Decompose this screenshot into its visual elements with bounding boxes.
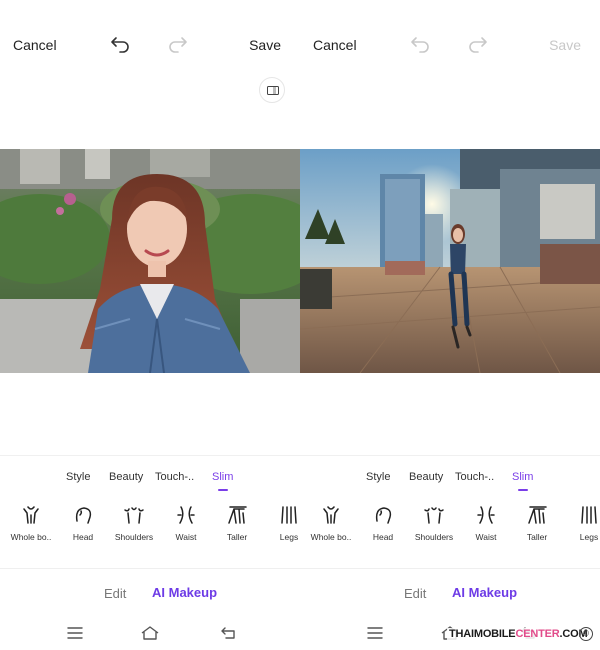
undo-arrow-icon[interactable]: [410, 35, 432, 53]
redo-arrow-icon[interactable]: [166, 35, 188, 53]
tab-slim[interactable]: Slim: [212, 471, 233, 491]
tool-label: Whole bo..: [10, 532, 52, 542]
waist-icon: [477, 506, 495, 524]
cancel-button[interactable]: Cancel: [13, 37, 57, 53]
watermark-accent: CENTER: [515, 628, 560, 640]
tool-shoulders[interactable]: Shoulders: [108, 505, 160, 542]
mode-edit[interactable]: Edit: [404, 586, 426, 601]
mode-ai-makeup[interactable]: AI Makeup: [152, 585, 217, 600]
tab-beauty[interactable]: Beauty: [409, 471, 443, 483]
mode-bar: Edit AI Makeup: [300, 568, 600, 616]
tool-label: Whole bo..: [310, 532, 352, 542]
watermark-prefix: THAIMOBILE: [449, 628, 516, 640]
compare-split-icon[interactable]: [259, 77, 285, 103]
editor-screen-before: Cancel Save Style Beauty Touch-.. Slim W…: [0, 0, 300, 650]
shoulders-icon: [424, 507, 444, 524]
category-tabs: Style Beauty Touch-.. Slim: [300, 455, 600, 500]
mode-bar: Edit AI Makeup: [0, 568, 300, 616]
tool-taller[interactable]: Taller: [511, 505, 563, 542]
tab-beauty[interactable]: Beauty: [109, 471, 143, 483]
menu-icon[interactable]: [66, 625, 84, 641]
tool-shoulders[interactable]: Shoulders: [408, 505, 460, 542]
tool-label: Head: [72, 532, 94, 542]
watermark-text: THAIMOBILECENTER.COM: [447, 628, 590, 640]
portrait-photo-image: [0, 149, 300, 373]
tool-label: Shoulders: [114, 532, 154, 542]
top-bar: Cancel Save: [300, 0, 600, 90]
taller-icon: [528, 506, 547, 524]
category-tabs: Style Beauty Touch-.. Slim: [0, 455, 300, 500]
head-icon: [75, 507, 92, 524]
tool-label: Waist: [475, 532, 497, 542]
tool-taller[interactable]: Taller: [211, 505, 263, 542]
taller-icon: [228, 506, 247, 524]
home-icon[interactable]: [141, 625, 159, 641]
back-icon[interactable]: [220, 625, 238, 641]
tool-waist[interactable]: Waist: [160, 505, 212, 542]
tool-label: Head: [372, 532, 394, 542]
tab-style[interactable]: Style: [66, 471, 90, 483]
mode-edit[interactable]: Edit: [104, 586, 126, 601]
legs-icon: [281, 506, 297, 524]
cancel-button[interactable]: Cancel: [313, 37, 357, 53]
tool-label: Shoulders: [414, 532, 454, 542]
legs-icon: [581, 506, 597, 524]
undo-arrow-icon[interactable]: [110, 35, 132, 53]
tool-label: Legs: [579, 532, 599, 542]
tool-whole-body[interactable]: Whole bo..: [5, 505, 57, 542]
slim-tools: Whole bo.. Head Shoulders Waist Taller L…: [0, 505, 300, 550]
tab-touch-up[interactable]: Touch-..: [455, 471, 494, 483]
menu-icon[interactable]: [366, 625, 384, 641]
tool-label: Taller: [226, 532, 248, 542]
waist-icon: [177, 506, 195, 524]
save-button[interactable]: Save: [249, 37, 281, 53]
slim-tools: Whole bo.. Head Shoulders Waist Taller L…: [300, 505, 600, 550]
tab-touch-up[interactable]: Touch-..: [155, 471, 194, 483]
tool-head[interactable]: Head: [57, 505, 109, 542]
whole-body-icon: [323, 506, 339, 524]
shoulders-icon: [124, 507, 144, 524]
mode-ai-makeup[interactable]: AI Makeup: [452, 585, 517, 600]
tool-label: Taller: [526, 532, 548, 542]
tool-head[interactable]: Head: [357, 505, 409, 542]
copyright-icon: ©: [579, 627, 593, 641]
redo-arrow-icon[interactable]: [466, 35, 488, 53]
tab-style[interactable]: Style: [366, 471, 390, 483]
editor-screen-after: Cancel Save Style Beauty Touch-.. Slim W…: [300, 0, 600, 650]
tool-whole-body[interactable]: Whole bo..: [305, 505, 357, 542]
tool-legs[interactable]: Legs: [563, 505, 600, 542]
city-plaza-photo-image: [300, 149, 600, 373]
photo-portrait: [0, 149, 300, 373]
tool-legs[interactable]: Legs: [263, 505, 300, 542]
tab-slim[interactable]: Slim: [512, 471, 533, 491]
top-bar: Cancel Save: [0, 0, 300, 90]
system-nav-bar: [0, 616, 300, 650]
photo-city-plaza: [300, 149, 600, 373]
whole-body-icon: [23, 506, 39, 524]
head-icon: [375, 507, 392, 524]
tool-label: Legs: [279, 532, 299, 542]
save-button[interactable]: Save: [549, 37, 581, 53]
tool-label: Waist: [175, 532, 197, 542]
tool-waist[interactable]: Waist: [460, 505, 512, 542]
